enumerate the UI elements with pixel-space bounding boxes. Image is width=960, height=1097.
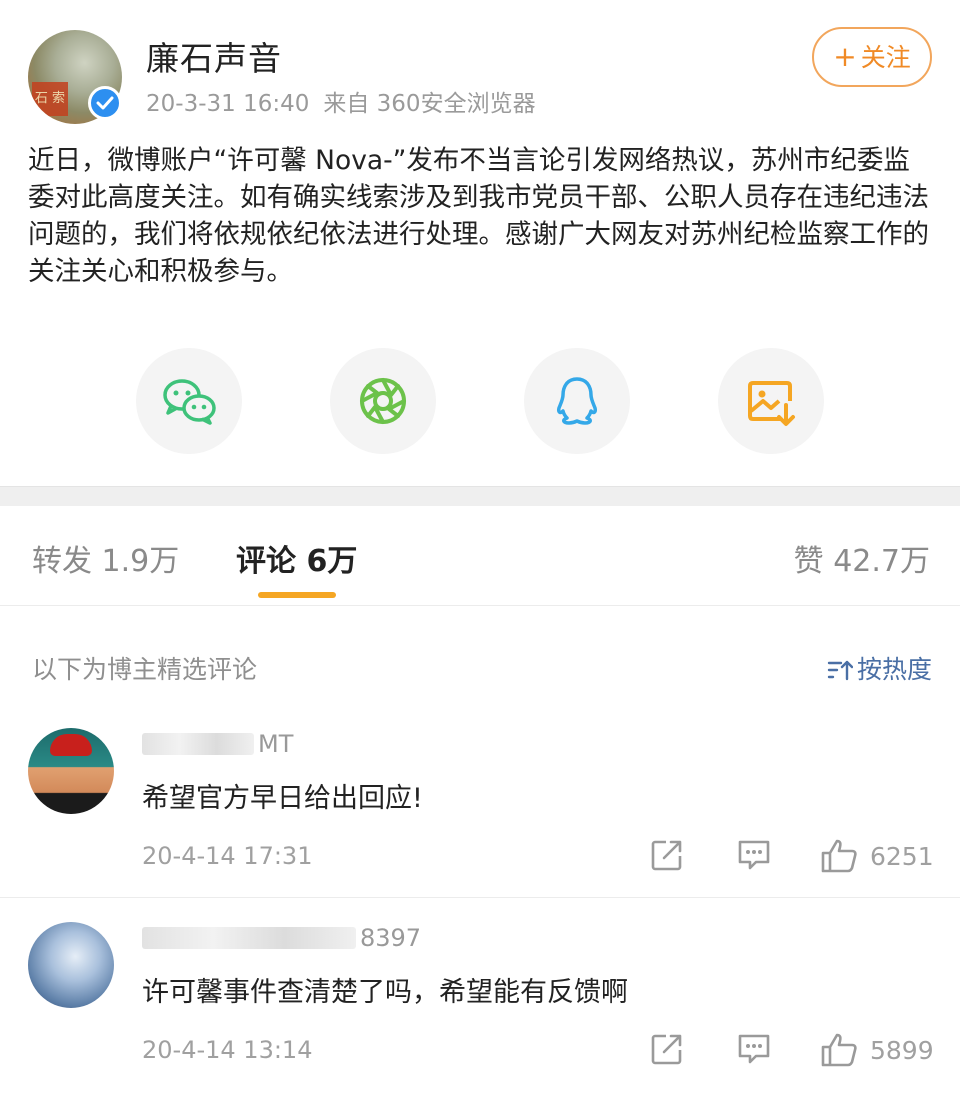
blurred-username (142, 733, 254, 755)
share-wechat-button[interactable] (136, 348, 242, 454)
comment-text: 希望官方早日给出回应! (142, 783, 423, 814)
like-count: 5899 (870, 1036, 934, 1065)
comments-selected-note: 以下为博主精选评论 (32, 655, 258, 684)
sort-label: 按热度 (856, 655, 932, 684)
like-button[interactable] (820, 1032, 858, 1072)
thumbs-up-icon (821, 1033, 857, 1067)
comment-item: MT 希望官方早日给出回应! 20-4-14 17:31 6251 (0, 726, 960, 898)
tab-reposts[interactable]: 转发 1.9万 (32, 536, 179, 580)
post-header: 石 索 廉石声音 20-3-31 16:40 来自 360安全浏览器 + 关注 (0, 0, 960, 130)
blurred-username (142, 927, 356, 949)
interaction-tabs: 转发 1.9万 评论 6万 赞 42.7万 (0, 506, 960, 606)
sort-by-hot-button[interactable]: 按热度 (827, 650, 932, 686)
follow-label: 关注 (860, 43, 911, 72)
share-qq-button[interactable] (524, 348, 630, 454)
comment-item: 8397 许可馨事件查清楚了吗，希望能有反馈啊 20-4-14 13:14 58… (0, 920, 960, 1097)
author-name[interactable]: 廉石声音 (146, 32, 282, 80)
share-row (0, 348, 960, 458)
qq-icon (557, 377, 597, 425)
comment-time: 20-4-14 13:14 (142, 1036, 313, 1064)
reply-button[interactable] (736, 838, 772, 876)
save-image-icon (748, 381, 795, 426)
like-button[interactable] (820, 838, 858, 878)
reply-button[interactable] (736, 1032, 772, 1070)
save-image-button[interactable] (718, 348, 824, 454)
moments-icon (360, 378, 406, 424)
post-date: 20-3-31 16:40 (146, 91, 310, 117)
post-meta: 20-3-31 16:40 来自 360安全浏览器 (146, 84, 536, 118)
username-tail: MT (258, 730, 294, 758)
post-source: 来自 360安全浏览器 (323, 91, 536, 117)
like-count: 6251 (870, 842, 934, 871)
commenter-avatar[interactable] (28, 922, 114, 1008)
comment-icon (738, 1034, 770, 1064)
comment-icon (738, 840, 770, 870)
wechat-icon (163, 379, 216, 425)
tab-comments[interactable]: 评论 6万 (236, 536, 357, 580)
tab-likes[interactable]: 赞 42.7万 (794, 536, 930, 580)
commenter-name[interactable]: 8397 (142, 924, 422, 958)
thumbs-up-icon (821, 839, 857, 873)
share-moments-button[interactable] (330, 348, 436, 454)
username-tail: 8397 (360, 924, 422, 952)
repost-icon (651, 840, 682, 871)
section-divider (0, 486, 960, 506)
repost-button[interactable] (650, 838, 684, 876)
commenter-name[interactable]: MT (142, 730, 422, 764)
comment-time: 20-4-14 17:31 (142, 842, 313, 870)
sort-icon (827, 660, 854, 681)
repost-icon (651, 1034, 682, 1065)
comment-text: 许可馨事件查清楚了吗，希望能有反馈啊 (142, 977, 628, 1008)
avatar-seal: 石 索 (32, 82, 68, 116)
follow-button[interactable]: + 关注 (812, 27, 932, 87)
commenter-avatar[interactable] (28, 728, 114, 814)
active-tab-indicator (258, 592, 336, 598)
repost-button[interactable] (650, 1032, 684, 1070)
post-text: 近日，微博账户“许可馨 Nova-”发布不当言论引发网络热议，苏州市纪委监委对此… (28, 145, 929, 287)
plus-icon: + (833, 40, 857, 73)
verified-badge-icon (88, 86, 122, 120)
